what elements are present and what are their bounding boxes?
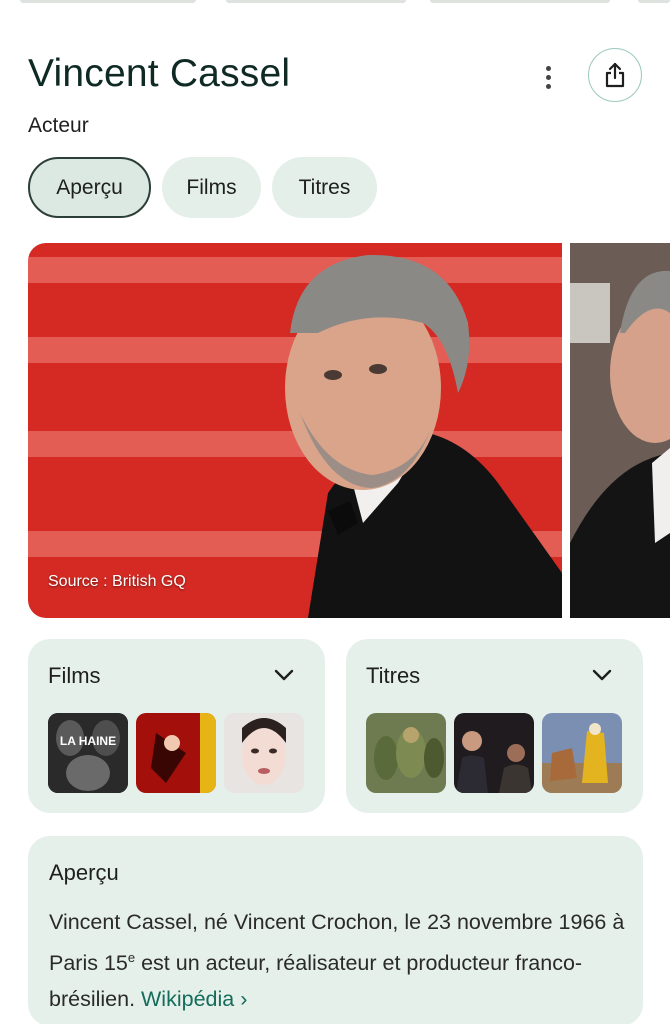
titres-card-title: Titres [366,663,421,688]
image-source-label: Source : British GQ [48,573,186,590]
overview-text: Vincent Cassel, né Vincent Crochon, le 2… [49,910,625,1012]
page-subtitle: Acteur [28,114,89,137]
top-tab-indicators [0,0,670,6]
chevron-right-icon: › [240,987,248,1012]
more-options-button[interactable] [531,60,565,94]
film-thumbnail-irreversible[interactable] [136,713,216,793]
tab-bar: Aperçu Films Titres [28,157,377,218]
titres-card[interactable]: Titres [346,639,643,813]
share-icon [605,62,625,88]
more-vertical-icon [545,65,551,71]
hero-image[interactable]: Source : British GQ [28,243,562,618]
films-card[interactable]: Films LA HAINE [28,639,325,813]
titre-thumbnail-3[interactable] [542,713,622,793]
poster-text: LA HAINE [60,734,116,748]
tab-films[interactable]: Films [162,157,261,218]
tab-apercu[interactable]: Aperçu [28,157,151,218]
portrait-photo-2 [570,243,670,618]
films-card-title: Films [48,663,101,688]
wikipedia-link[interactable]: Wikipédia › [141,987,247,1011]
portrait-photo [285,254,562,618]
second-hero-image[interactable] [570,243,670,618]
titre-thumbnail-2[interactable] [454,713,534,793]
chevron-down-icon[interactable] [591,667,613,683]
overview-card: Aperçu Vincent Cassel, né Vincent Crocho… [28,836,643,1024]
chevron-down-icon[interactable] [273,667,295,683]
page-title: Vincent Cassel [28,52,291,95]
film-thumbnail-la-haine[interactable]: LA HAINE [48,713,128,793]
film-thumbnail-black-swan[interactable] [224,713,304,793]
overview-title: Aperçu [49,860,119,885]
share-button[interactable] [588,48,642,102]
tab-titres[interactable]: Titres [272,157,377,218]
titre-thumbnail-1[interactable] [366,713,446,793]
